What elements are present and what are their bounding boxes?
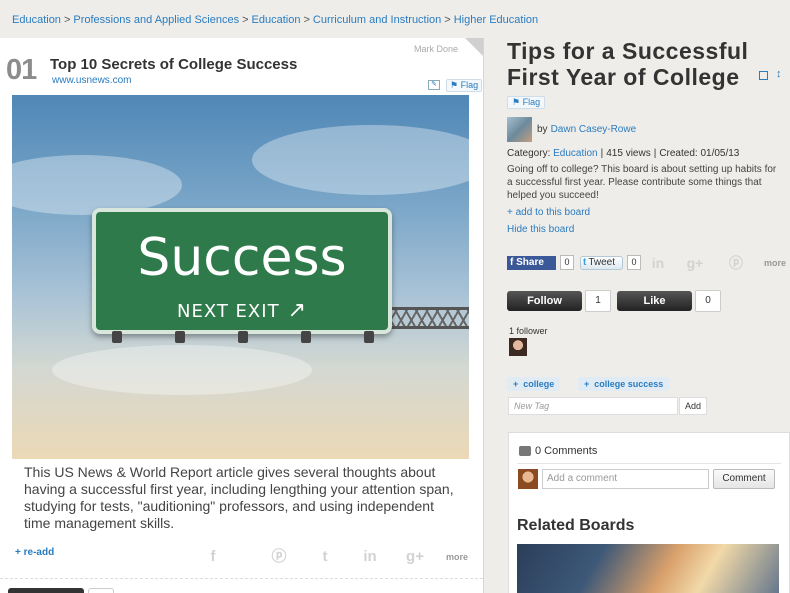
googleplus-icon[interactable]: g+ bbox=[685, 253, 705, 273]
new-tag-input[interactable]: New Tag bbox=[508, 397, 678, 415]
sign-text: Success bbox=[137, 228, 347, 288]
tag-college-success[interactable]: + college success bbox=[578, 377, 670, 391]
follower-avatar[interactable] bbox=[509, 338, 527, 356]
pinterest-icon[interactable]: ⓟ bbox=[268, 546, 290, 568]
creator-avatar[interactable] bbox=[507, 117, 532, 142]
sign-subtext: NEXT EXIT ↗ bbox=[96, 298, 388, 323]
tweet-label: Tweet bbox=[588, 257, 616, 268]
breadcrumb-separator: > bbox=[63, 14, 71, 26]
breadcrumb-separator: > bbox=[444, 14, 451, 26]
plus-icon: + bbox=[513, 379, 519, 389]
cloud-shape bbox=[252, 125, 469, 195]
googleplus-icon[interactable]: g+ bbox=[404, 546, 426, 568]
plus-icon: + bbox=[584, 379, 590, 389]
sign-clamp bbox=[112, 331, 122, 343]
creator-link[interactable]: Dawn Casey-Rowe bbox=[551, 124, 637, 135]
comment-count: 0 Comments bbox=[535, 445, 598, 457]
created-date: Created: 01/05/13 bbox=[659, 148, 740, 159]
sign-clamp bbox=[238, 331, 248, 343]
like-count: 0 bbox=[695, 290, 721, 312]
next-item-button[interactable] bbox=[8, 588, 84, 593]
resource-image[interactable]: Success NEXT EXIT ↗ bbox=[12, 95, 469, 459]
facebook-share-button[interactable]: f Share bbox=[507, 256, 556, 270]
resource-source-link[interactable]: www.usnews.com bbox=[52, 75, 131, 86]
comment-button[interactable]: Comment bbox=[713, 469, 775, 489]
divider bbox=[517, 463, 781, 464]
linkedin-icon[interactable]: in bbox=[359, 546, 381, 568]
sign-clamp bbox=[301, 331, 311, 343]
category-label: Category: bbox=[507, 148, 551, 159]
flag-icon: ⚑ bbox=[512, 97, 523, 107]
breadcrumb-link[interactable]: Professions and Applied Sciences bbox=[73, 14, 239, 26]
breadcrumb: Education > Professions and Applied Scienc… bbox=[12, 14, 538, 26]
resource-title[interactable]: Top 10 Secrets of College Success bbox=[50, 56, 297, 73]
breadcrumb-link[interactable]: Education bbox=[12, 14, 61, 26]
meta-separator: | bbox=[600, 148, 604, 159]
more-share-link[interactable]: more bbox=[764, 258, 786, 268]
reorder-icon[interactable]: ↕ bbox=[776, 68, 782, 80]
user-avatar bbox=[518, 469, 538, 489]
comments-panel: 0 Comments Add a comment Comment Related… bbox=[508, 432, 790, 593]
by-label: by bbox=[537, 124, 548, 135]
cloud-shape bbox=[12, 155, 182, 215]
board-flag-button[interactable]: ⚑ Flag bbox=[507, 96, 546, 109]
flag-icon: ⚑ bbox=[450, 80, 461, 90]
breadcrumb-link[interactable]: Higher Education bbox=[454, 14, 538, 26]
follow-count: 1 bbox=[585, 290, 611, 312]
like-button[interactable]: Like bbox=[617, 291, 692, 311]
resource-card: Mark Done 01 Top 10 Secrets of College S… bbox=[0, 38, 484, 593]
twitter-icon[interactable]: t bbox=[314, 546, 336, 568]
category-link[interactable]: Education bbox=[553, 148, 597, 159]
board-description: Going off to college? This board is abou… bbox=[507, 164, 777, 201]
facebook-icon[interactable]: f bbox=[202, 546, 224, 568]
sign-clamp bbox=[175, 331, 185, 343]
facebook-share-count: 0 bbox=[560, 255, 574, 270]
flag-label: Flag bbox=[460, 80, 479, 90]
facebook-share-label: Share bbox=[516, 257, 544, 268]
edit-icon[interactable]: ✎ bbox=[428, 80, 440, 90]
view-count: 415 views bbox=[606, 148, 651, 159]
mark-done-corner-icon[interactable] bbox=[465, 38, 483, 56]
meta-separator: | bbox=[653, 148, 657, 159]
tag-college[interactable]: + college bbox=[507, 377, 561, 391]
resource-description: This US News & World Report article give… bbox=[24, 464, 454, 531]
board-title: Tips for a Successful First Year of Coll… bbox=[507, 38, 749, 90]
divider bbox=[0, 578, 483, 579]
edit-board-icon[interactable] bbox=[759, 71, 768, 80]
related-board-image[interactable] bbox=[517, 544, 779, 593]
more-share-link[interactable]: more bbox=[446, 552, 468, 562]
follow-button[interactable]: Follow bbox=[507, 291, 582, 311]
secondary-button[interactable] bbox=[88, 588, 114, 593]
tag-label: college success bbox=[594, 379, 664, 389]
tweet-count: 0 bbox=[627, 255, 641, 270]
highway-sign: Success NEXT EXIT ↗ bbox=[92, 208, 392, 334]
sign-subtext-label: NEXT EXIT bbox=[176, 301, 280, 322]
comment-icon bbox=[519, 446, 531, 456]
add-tag-button[interactable]: Add bbox=[679, 397, 707, 415]
tag-label: college bbox=[523, 379, 555, 389]
creator-line: by Dawn Casey-Rowe bbox=[537, 124, 636, 135]
related-boards-heading: Related Boards bbox=[517, 517, 635, 534]
cloud-shape bbox=[52, 345, 312, 395]
sign-clamp bbox=[364, 331, 374, 343]
board-meta: Category: Education | 415 views | Created: 0… bbox=[507, 148, 739, 159]
arrow-icon: ↗ bbox=[287, 298, 307, 323]
readd-link[interactable]: + re-add bbox=[15, 547, 54, 558]
add-to-board-link[interactable]: + add to this board bbox=[507, 207, 590, 218]
flag-button[interactable]: ⚑ Flag bbox=[446, 79, 483, 92]
flag-label: Flag bbox=[522, 97, 541, 107]
hide-board-link[interactable]: Hide this board bbox=[507, 224, 574, 235]
tweet-button[interactable]: t Tweet bbox=[580, 256, 623, 270]
breadcrumb-separator: > bbox=[303, 14, 310, 26]
linkedin-icon[interactable]: in bbox=[648, 253, 668, 273]
mark-done-link[interactable]: Mark Done bbox=[414, 44, 458, 54]
item-number: 01 bbox=[6, 54, 37, 86]
comment-input[interactable]: Add a comment bbox=[542, 469, 709, 489]
breadcrumb-separator: > bbox=[242, 14, 249, 26]
breadcrumb-link[interactable]: Education bbox=[252, 14, 301, 26]
pinterest-icon[interactable]: ⓟ bbox=[726, 253, 746, 273]
follower-count: 1 follower bbox=[509, 326, 548, 336]
breadcrumb-link[interactable]: Curriculum and Instruction bbox=[313, 14, 441, 26]
twitter-icon: t bbox=[583, 257, 587, 268]
